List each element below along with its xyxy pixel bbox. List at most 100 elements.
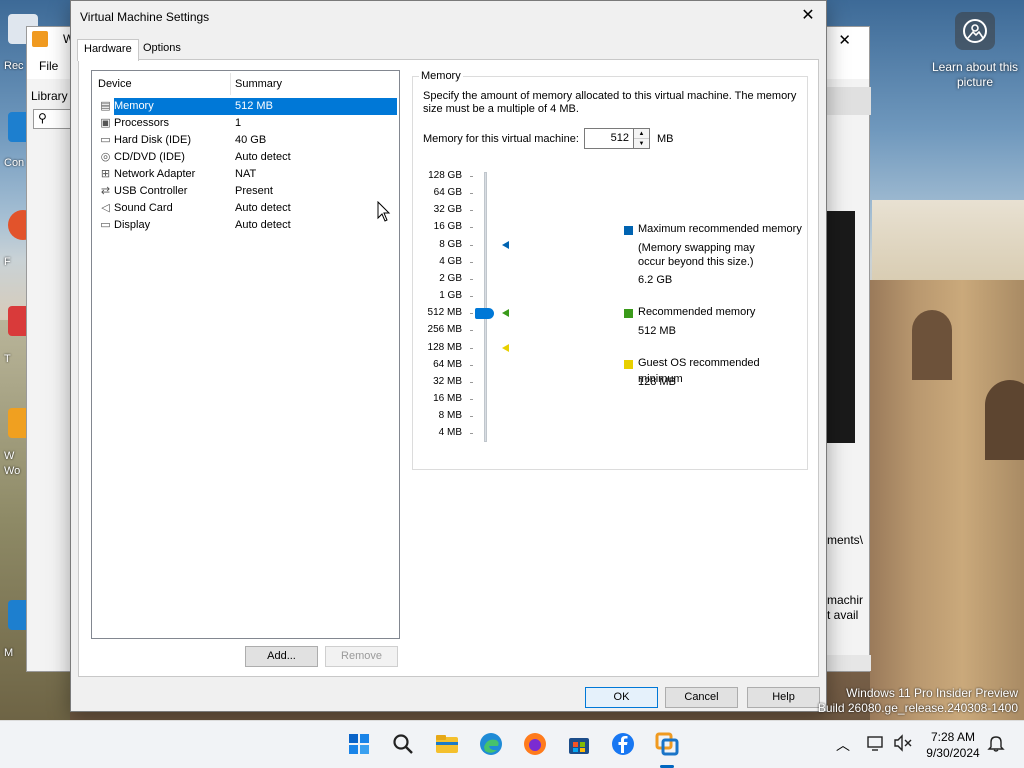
background-text: machir t avail: [827, 593, 863, 623]
vmware-icon: [32, 31, 48, 47]
device-row[interactable]: ⊞ Network Adapter NAT: [96, 166, 397, 183]
device-name: CD/DVD (IDE): [114, 151, 185, 163]
memory-scale-tick: [470, 176, 473, 177]
add-device-button[interactable]: Add...: [245, 646, 318, 667]
device-row[interactable]: ▤ Memory 512 MB: [96, 98, 397, 115]
spin-up-icon[interactable]: ▲: [634, 129, 649, 139]
usb-controller-icon: ⇄: [100, 185, 111, 197]
tab-options[interactable]: Options: [137, 39, 187, 60]
wallpaper-town: [872, 200, 1024, 280]
background-panel: [827, 87, 871, 115]
memory-scale-tick: [470, 193, 473, 195]
ok-button[interactable]: OK: [585, 687, 658, 708]
camera-icon[interactable]: [955, 12, 995, 50]
memory-scale-tick: [470, 347, 473, 349]
cd-dvd-icon: ◎: [100, 151, 111, 163]
close-icon[interactable]: ✕: [796, 5, 820, 27]
memory-unit-label: MB: [657, 133, 674, 145]
device-name: Processors: [114, 117, 170, 129]
memory-size-input[interactable]: 512: [584, 128, 634, 149]
max-memory-legend-swatch: [624, 226, 633, 235]
chevron-up-icon[interactable]: ︿: [836, 735, 850, 755]
memory-scale-tick: [470, 381, 473, 383]
tab-hardware[interactable]: Hardware: [77, 39, 139, 61]
memory-scale-tick: [470, 416, 473, 418]
memory-scale-tick: [470, 227, 473, 229]
memory-field-label: Memory for this virtual machine:: [423, 133, 579, 145]
memory-scale-label: 8 GB: [439, 238, 462, 250]
search-icon[interactable]: [390, 731, 416, 757]
memory-group-title: Memory: [419, 70, 463, 82]
spin-down-icon[interactable]: ▼: [634, 139, 649, 149]
column-separator[interactable]: [230, 73, 231, 95]
device-name: USB Controller: [114, 185, 188, 197]
memory-scale-label: 512 MB: [427, 307, 462, 319]
display-icon: ▭: [100, 219, 111, 231]
desktop-icon-label: T: [4, 353, 11, 365]
learn-about-picture-link[interactable]: Learn about this picture: [930, 60, 1020, 90]
max-memory-legend-note: (Memory swapping may occur beyond this s…: [638, 242, 755, 268]
wallpaper-arch: [912, 310, 952, 380]
memory-slider-thumb[interactable]: [475, 308, 494, 320]
watermark-line: Windows 11 Pro Insider Preview: [846, 686, 1018, 700]
hard-disk-icon: ▭: [100, 134, 111, 146]
virtual-machine-settings-dialog: Virtual Machine Settings ✕ Hardware Opti…: [70, 0, 827, 712]
desktop-icon-label: Wo: [4, 465, 21, 477]
memory-scale-tick: [470, 398, 473, 400]
clock[interactable]: 7:28 AM 9/30/2024: [922, 729, 984, 761]
memory-scale-tick: [470, 313, 473, 315]
memory-slider-track[interactable]: [484, 172, 487, 442]
file-explorer-icon[interactable]: [434, 731, 460, 757]
device-summary: Present: [235, 185, 273, 197]
memory-scale-tick: [470, 261, 473, 263]
memory-scale-label: 64 GB: [433, 187, 462, 199]
column-header-device[interactable]: Device: [98, 78, 132, 90]
memory-scale-label: 64 MB: [433, 358, 462, 370]
device-row[interactable]: ▭ Hard Disk (IDE) 40 GB: [96, 132, 397, 149]
minimum-memory-legend-swatch: [624, 360, 633, 369]
memory-description: Specify the amount of memory allocated t…: [423, 90, 797, 115]
desktop-icon-label: Con: [4, 157, 25, 169]
max-memory-legend-label: Maximum recommended memory: [638, 223, 802, 235]
device-row[interactable]: ◎ CD/DVD (IDE) Auto detect: [96, 149, 397, 166]
processor-icon: ▣: [100, 117, 111, 129]
library-label: Library: [31, 89, 68, 103]
help-button[interactable]: Help: [747, 687, 820, 708]
memory-scale-label: 8 MB: [438, 410, 462, 422]
max-memory-legend-value: 6.2 GB: [638, 274, 673, 286]
remove-device-button[interactable]: Remove: [325, 646, 398, 667]
device-row[interactable]: ▭ Display Auto detect: [96, 217, 397, 234]
recommended-memory-legend-swatch: [624, 309, 633, 318]
menu-file[interactable]: File: [39, 59, 58, 73]
close-icon[interactable]: ✕: [838, 31, 851, 49]
device-name: Network Adapter: [114, 168, 196, 180]
recommended-memory-marker-icon: [502, 309, 509, 318]
firefox-icon[interactable]: [522, 731, 548, 757]
windows-start-icon[interactable]: [346, 731, 372, 757]
device-name: Memory: [114, 98, 234, 115]
edge-icon[interactable]: [478, 731, 504, 757]
cancel-button[interactable]: Cancel: [665, 687, 738, 708]
desktop-icon-label: Rec: [4, 60, 24, 72]
device-row[interactable]: ▣ Processors 1: [96, 115, 397, 132]
volume-muted-icon[interactable]: [893, 733, 913, 753]
memory-scale-label: 256 MB: [427, 324, 462, 336]
facebook-icon[interactable]: [610, 731, 636, 757]
recommended-memory-legend-label: Recommended memory: [638, 306, 756, 318]
column-header-summary[interactable]: Summary: [235, 78, 282, 90]
background-text-line: t avail: [827, 608, 859, 622]
desktop-icon-label: F: [4, 256, 11, 268]
device-list[interactable]: Device Summary ▤ Memory 512 MB ▣ Processors 1…: [91, 70, 400, 639]
notification-bell-icon[interactable]: [986, 733, 1006, 753]
recommended-memory-legend-value: 512 MB: [638, 325, 676, 337]
device-summary-background: [234, 115, 397, 132]
vmware-icon[interactable]: [654, 731, 680, 757]
device-row[interactable]: ⇄ USB Controller Present: [96, 183, 397, 200]
memory-scale-label: 2 GB: [439, 272, 462, 284]
store-icon[interactable]: [566, 731, 592, 757]
network-icon[interactable]: [866, 733, 886, 753]
device-row[interactable]: ◁ Sound Card Auto detect: [96, 200, 397, 217]
memory-scale-label: 32 MB: [433, 375, 462, 387]
device-name: Display: [114, 219, 151, 231]
memory-spinner[interactable]: ▲ ▼: [634, 128, 650, 149]
